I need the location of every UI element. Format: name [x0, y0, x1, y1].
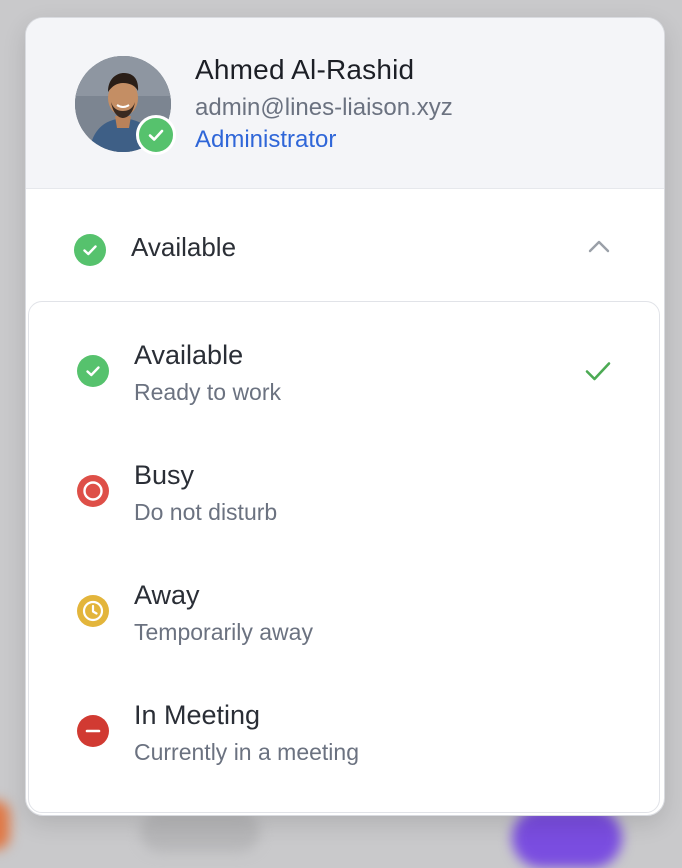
check-badge-icon	[136, 115, 176, 155]
option-title: Busy	[134, 460, 195, 490]
clock-icon	[77, 595, 109, 627]
status-option-busy[interactable]: Busy Do not disturb	[29, 422, 661, 542]
option-subtitle: Do not disturb	[134, 499, 278, 525]
background-shape	[512, 808, 622, 868]
current-status-label: Available	[131, 232, 237, 262]
status-dropdown-toggle[interactable]: Available	[26, 189, 664, 301]
status-menu-card: Ahmed Al-Rashid admin@lines-liaison.xyz …	[25, 17, 665, 816]
selected-check-icon	[584, 359, 612, 388]
status-options-list: Available Ready to work Busy Do not dist…	[28, 301, 660, 813]
option-subtitle: Currently in a meeting	[134, 739, 359, 765]
status-option-away[interactable]: Away Temporarily away	[29, 542, 661, 662]
background-shape	[140, 812, 260, 852]
user-role: Administrator	[195, 126, 337, 153]
status-option-available[interactable]: Available Ready to work	[29, 302, 661, 422]
check-circle-icon	[77, 355, 109, 387]
check-circle-icon	[74, 234, 106, 271]
user-name: Ahmed Al-Rashid	[195, 54, 415, 85]
option-subtitle: Ready to work	[134, 379, 282, 405]
background-shape	[0, 800, 10, 850]
option-title: In Meeting	[134, 700, 261, 730]
minus-circle-icon	[77, 715, 109, 747]
busy-ring-icon	[77, 475, 109, 507]
status-option-in-meeting[interactable]: In Meeting Currently in a meeting	[29, 662, 661, 782]
option-subtitle: Temporarily away	[134, 619, 313, 645]
user-email: admin@lines-liaison.xyz	[195, 94, 453, 121]
option-title: Available	[134, 340, 244, 370]
chevron-up-icon[interactable]	[586, 237, 612, 260]
user-profile-header: Ahmed Al-Rashid admin@lines-liaison.xyz …	[26, 18, 664, 189]
option-title: Away	[134, 580, 200, 610]
